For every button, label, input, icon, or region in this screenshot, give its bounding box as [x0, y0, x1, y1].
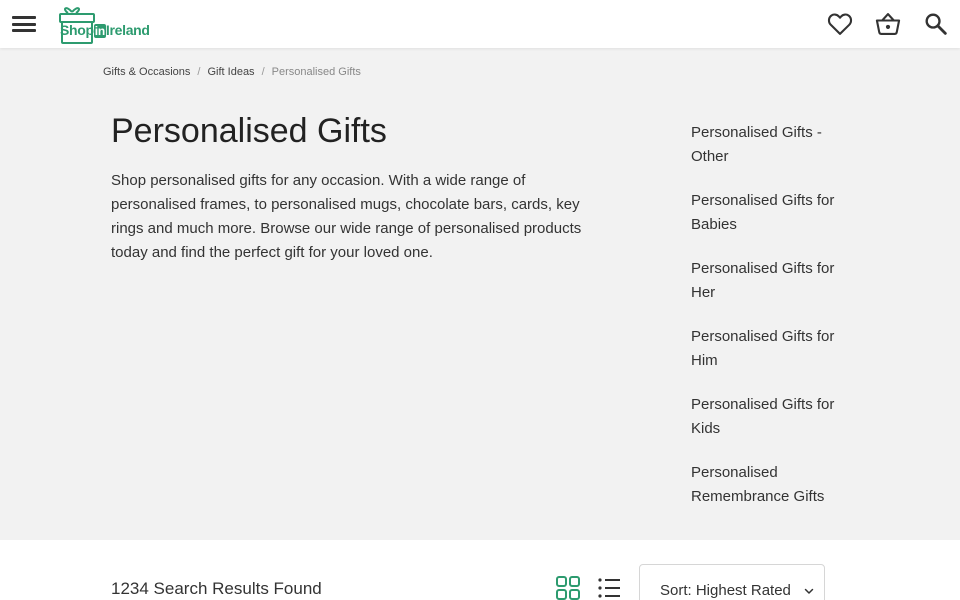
chevron-down-icon — [804, 588, 814, 594]
sort-dropdown[interactable]: Sort: Highest Rated — [639, 564, 825, 600]
menu-icon[interactable] — [10, 12, 38, 36]
breadcrumb-current: Personalised Gifts — [271, 66, 361, 78]
logo-text-in: in — [93, 24, 106, 38]
grid-view-icon[interactable] — [555, 575, 581, 600]
subcategory-list: Personalised Gifts - Other Personalised … — [691, 121, 861, 529]
menu-bar — [12, 22, 36, 26]
shop-in-ireland-logo[interactable]: ShopinIreland — [58, 3, 154, 45]
subcategory-link-her[interactable]: Personalised Gifts for Her — [691, 257, 861, 305]
subcategory-link-other[interactable]: Personalised Gifts - Other — [691, 121, 861, 169]
logo-text-ireland: Ireland — [105, 22, 150, 38]
category-hero: Gifts & Occasions / Gift Ideas / Personalise… — [0, 48, 960, 540]
logo-text-shop: Shop — [60, 22, 94, 38]
basket-icon[interactable] — [874, 10, 902, 38]
breadcrumb: Gifts & Occasions / Gift Ideas / Personalise… — [103, 66, 361, 78]
breadcrumb-separator: / — [197, 66, 201, 78]
results-toolbar: 1234 Search Results Found Sort: Highest … — [0, 540, 960, 600]
breadcrumb-gifts-occasions[interactable]: Gifts & Occasions — [103, 66, 190, 78]
list-view-icon[interactable] — [596, 575, 622, 600]
heart-icon[interactable] — [826, 10, 854, 38]
menu-bar — [12, 16, 36, 19]
page-title: Personalised Gifts — [111, 112, 387, 150]
menu-bar — [12, 29, 36, 32]
logo-wordmark: ShopinIreland — [60, 22, 150, 38]
breadcrumb-gift-ideas[interactable]: Gift Ideas — [207, 66, 254, 78]
subcategory-link-kids[interactable]: Personalised Gifts for Kids — [691, 393, 861, 441]
subcategory-link-babies[interactable]: Personalised Gifts for Babies — [691, 189, 861, 237]
results-count: 1234 Search Results Found — [111, 579, 322, 598]
sort-label: Sort: Highest Rated — [660, 582, 791, 599]
search-icon[interactable] — [922, 10, 950, 38]
subcategory-link-remembrance[interactable]: Personalised Remembrance Gifts — [691, 461, 861, 509]
page-description: Shop personalised gifts for any occasion… — [111, 172, 582, 261]
top-header: ShopinIreland — [0, 0, 960, 48]
breadcrumb-separator: / — [261, 66, 265, 78]
subcategory-link-him[interactable]: Personalised Gifts for Him — [691, 325, 861, 373]
